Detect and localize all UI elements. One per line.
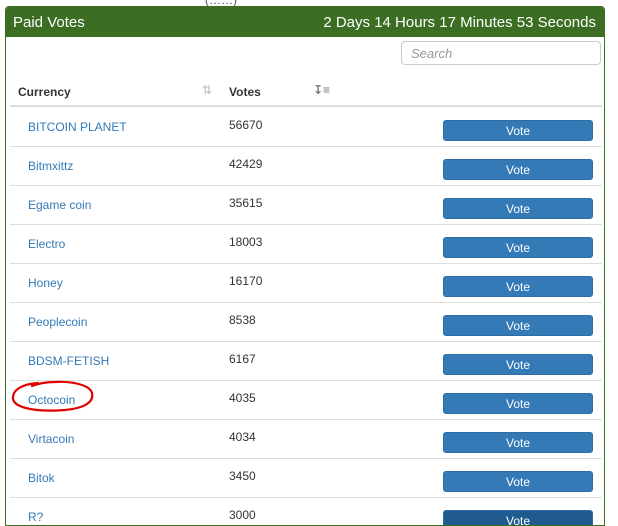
panel-title: Paid Votes [13, 13, 85, 31]
currency-link[interactable]: Peoplecoin [28, 315, 87, 329]
table-row: Electro 18003 Vote [10, 225, 602, 264]
vote-count: 4035 [229, 391, 256, 405]
table-row: BDSM-FETISH 6167 Vote [10, 342, 602, 381]
sort-neutral-icon[interactable]: ⇅ [202, 83, 212, 97]
table-row: R? 3000 Vote [10, 498, 602, 525]
sort-desc-icon[interactable]: ↧≡ [313, 83, 330, 97]
vote-count: 18003 [229, 235, 263, 249]
currency-link[interactable]: Honey [28, 276, 63, 290]
vote-button[interactable]: Vote [443, 198, 593, 219]
currency-link[interactable]: Bitok [28, 471, 55, 485]
panel-header: Paid Votes 2 Days 14 Hours 17 Minutes 53… [6, 7, 604, 37]
column-header-currency[interactable]: Currency [18, 85, 71, 99]
vote-button[interactable]: Vote [443, 354, 593, 375]
vote-button[interactable]: Vote [443, 432, 593, 453]
vote-count: 56670 [229, 118, 263, 132]
currency-link[interactable]: Bitmxittz [28, 159, 73, 173]
table-row: Egame coin 35615 Vote [10, 186, 602, 225]
currency-link[interactable]: Electro [28, 237, 65, 251]
table-row: Octocoin 4035 Vote [10, 381, 602, 420]
vote-button[interactable]: Vote [443, 471, 593, 492]
column-header-votes[interactable]: Votes [229, 85, 261, 99]
table-row: BITCOIN PLANET 56670 Vote [10, 108, 602, 147]
search-input[interactable] [401, 41, 601, 65]
currency-link[interactable]: BDSM-FETISH [28, 354, 109, 368]
currency-link[interactable]: Egame coin [28, 198, 91, 212]
countdown-timer: 2 Days 14 Hours 17 Minutes 53 Seconds [323, 13, 596, 31]
table-row: Honey 16170 Vote [10, 264, 602, 303]
vote-count: 35615 [229, 196, 263, 210]
vote-count: 6167 [229, 352, 256, 366]
vote-count: 3000 [229, 508, 256, 522]
currency-link[interactable]: Octocoin [28, 393, 75, 407]
votes-table-body: BITCOIN PLANET 56670 Vote Bitmxittz 42429 Vot… [10, 108, 602, 525]
vote-button[interactable]: Vote [443, 393, 593, 414]
vote-button[interactable]: Vote [443, 276, 593, 297]
table-row: Bitmxittz 42429 Vote [10, 147, 602, 186]
vote-count: 42429 [229, 157, 263, 171]
table-header: Currency ⇅ Votes ↧≡ [10, 77, 602, 107]
vote-button[interactable]: Vote [443, 315, 593, 336]
vote-count: 16170 [229, 274, 263, 288]
table-row: Bitok 3450 Vote [10, 459, 602, 498]
table-row: Virtacoin 4034 Vote [10, 420, 602, 459]
currency-link[interactable]: Virtacoin [28, 432, 74, 446]
vote-count: 3450 [229, 469, 256, 483]
paid-votes-panel: Paid Votes 2 Days 14 Hours 17 Minutes 53… [5, 6, 605, 526]
vote-button[interactable]: Vote [443, 159, 593, 180]
vote-button[interactable]: Vote [443, 510, 593, 525]
vote-button[interactable]: Vote [443, 237, 593, 258]
currency-link[interactable]: BITCOIN PLANET [28, 120, 127, 134]
vote-button[interactable]: Vote [443, 120, 593, 141]
currency-link[interactable]: R? [28, 510, 43, 524]
vote-count: 8538 [229, 313, 256, 327]
vote-count: 4034 [229, 430, 256, 444]
table-row: Peoplecoin 8538 Vote [10, 303, 602, 342]
